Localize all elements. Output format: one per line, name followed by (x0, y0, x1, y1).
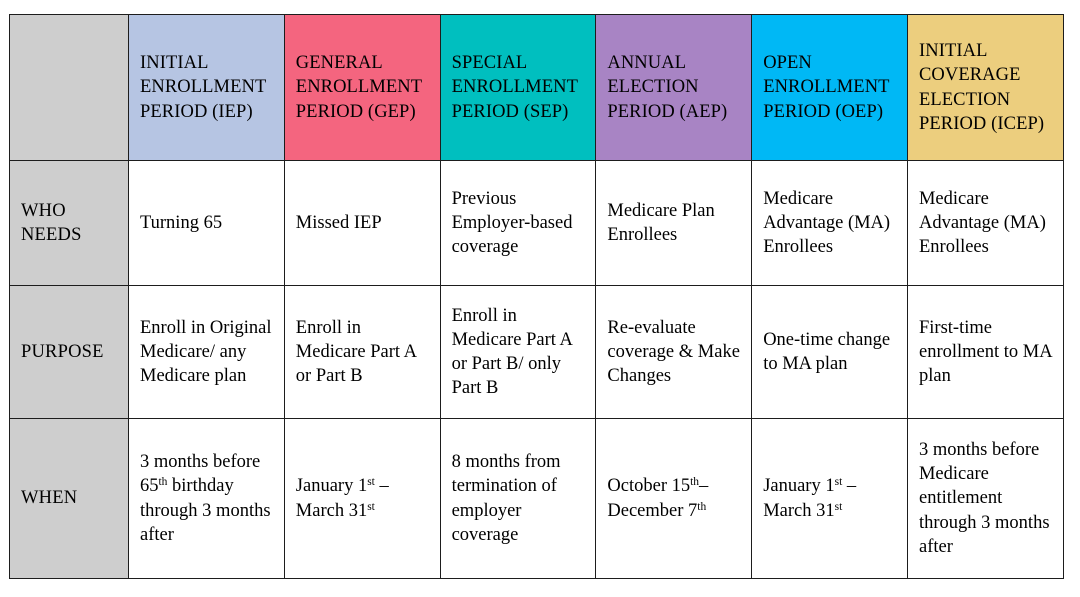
table-corner-cell (9, 14, 129, 161)
cell-who-needs-gep: Missed IEP (283, 160, 441, 286)
column-header-iep: INITIAL ENROLLMENT PERIOD (IEP) (128, 14, 285, 161)
cell-when-sep: 8 months from termination of employer co… (439, 418, 597, 579)
column-header-sep: SPECIAL ENROLLMENT PERIOD (SEP) (439, 14, 597, 161)
cell-when-gep: January 1st – March 31st (283, 418, 441, 579)
table-row-purpose: PURPOSE Enroll in Original Medicare/ any… (9, 285, 1064, 419)
cell-purpose-icep: First-time enrollment to MA plan (906, 285, 1064, 419)
column-header-icep: INITIAL COVERAGE ELECTION PERIOD (ICEP) (906, 14, 1064, 161)
column-header-aep: ANNUAL ELECTION PERIOD (AEP) (595, 14, 753, 161)
cell-who-needs-aep: Medicare Plan Enrollees (595, 160, 753, 286)
cell-when-iep: 3 months before 65th birthday through 3 … (128, 418, 285, 579)
cell-who-needs-sep: Previous Employer-based coverage (439, 160, 597, 286)
cell-who-needs-oep: Medicare Advantage (MA) Enrollees (751, 160, 908, 286)
row-label-purpose: PURPOSE (9, 285, 129, 419)
table-header-row: INITIAL ENROLLMENT PERIOD (IEP) GENERAL … (9, 14, 1064, 161)
cell-who-needs-iep: Turning 65 (128, 160, 285, 286)
cell-purpose-sep: Enroll in Medicare Part A or Part B/ onl… (439, 285, 597, 419)
cell-when-aep: October 15th–December 7th (595, 418, 753, 579)
cell-when-oep: January 1st – March 31st (751, 418, 908, 579)
page-root: INITIAL ENROLLMENT PERIOD (IEP) GENERAL … (0, 0, 1080, 597)
column-header-gep: GENERAL ENROLLMENT PERIOD (GEP) (283, 14, 441, 161)
row-label-who-needs: WHO NEEDS (9, 160, 129, 286)
row-label-when: WHEN (9, 418, 129, 579)
table-row-who-needs: WHO NEEDS Turning 65 Missed IEP Previous… (9, 160, 1064, 286)
table-row-when: WHEN 3 months before 65th birthday throu… (9, 418, 1064, 579)
cell-who-needs-icep: Medicare Advantage (MA) Enrollees (906, 160, 1064, 286)
cell-purpose-aep: Re-evaluate coverage & Make Changes (595, 285, 753, 419)
cell-purpose-oep: One-time change to MA plan (751, 285, 908, 419)
cell-when-icep: 3 months before Medicare entitlement thr… (906, 418, 1064, 579)
cell-purpose-iep: Enroll in Original Medicare/ any Medicar… (128, 285, 285, 419)
medicare-enrollment-periods-table: INITIAL ENROLLMENT PERIOD (IEP) GENERAL … (9, 14, 1064, 579)
cell-purpose-gep: Enroll in Medicare Part A or Part B (283, 285, 441, 419)
column-header-oep: OPEN ENROLLMENT PERIOD (OEP) (751, 14, 908, 161)
